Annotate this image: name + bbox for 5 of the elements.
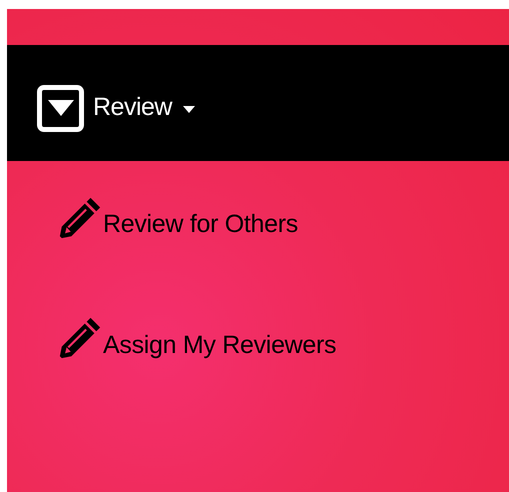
dropdown-box-icon bbox=[37, 84, 84, 132]
caret-icon bbox=[182, 106, 195, 113]
review-menu-button[interactable]: Review bbox=[37, 84, 195, 132]
menu-link[interactable]: Assign My Reviewers bbox=[57, 312, 509, 364]
menu-link[interactable]: Review for Others bbox=[57, 192, 509, 244]
